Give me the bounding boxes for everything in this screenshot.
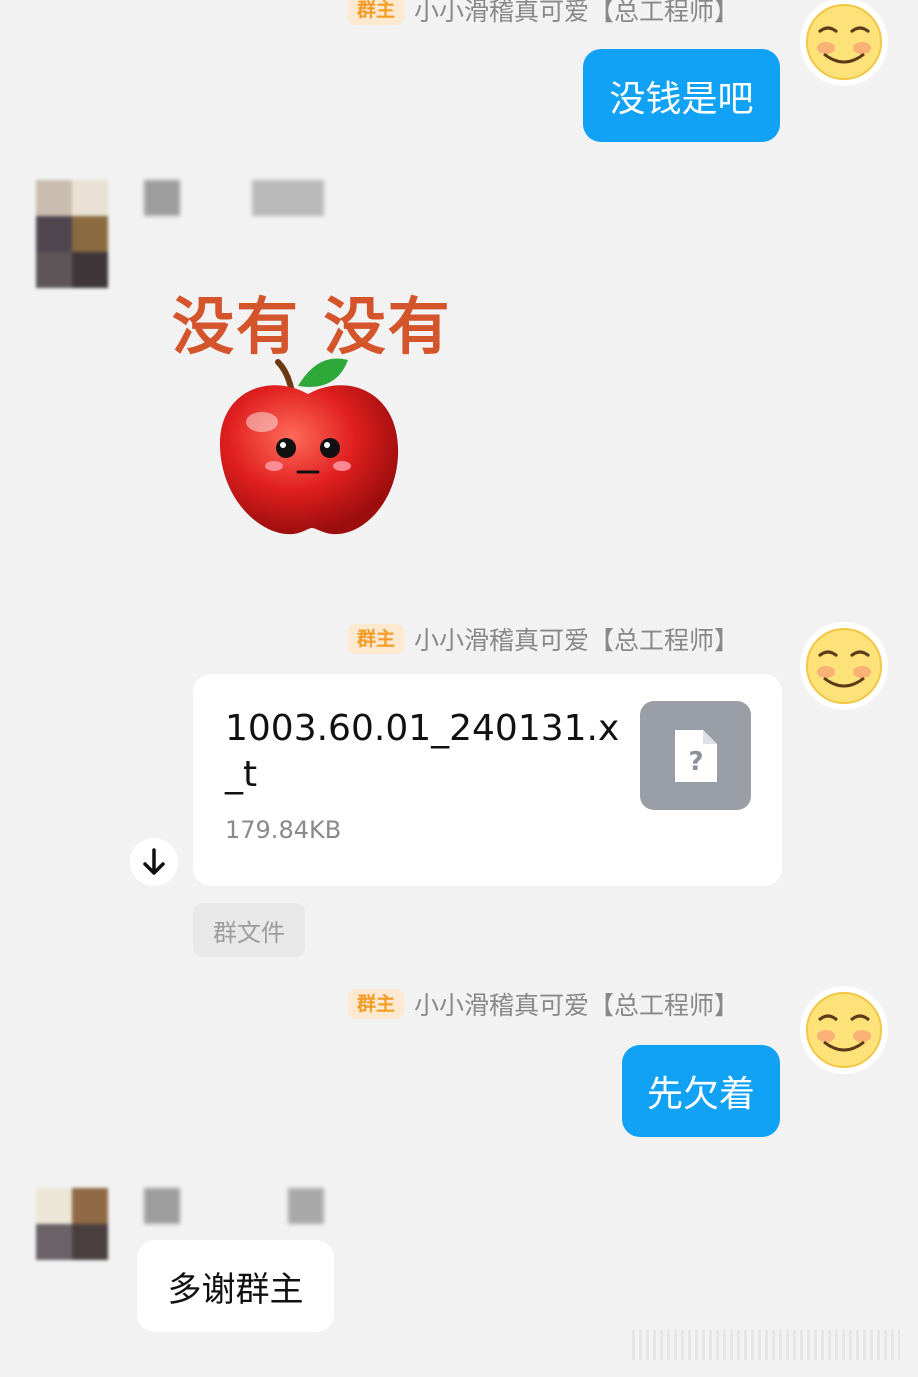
message-bubble-outgoing[interactable]: 没钱是吧 [583, 49, 780, 142]
file-name: 1003.60.01_240131.x [225, 708, 620, 749]
owner-badge: 群主 [348, 0, 405, 25]
smiley-face-icon [806, 628, 882, 704]
sender-meta: 群主 小小滑稽真可爱【总工程师】 [348, 986, 739, 1022]
smiley-face-icon [806, 992, 882, 1068]
sticker-image[interactable]: 没有 没有 [168, 270, 468, 560]
sender-meta: 群主 小小滑稽真可爱【总工程师】 [348, 621, 739, 657]
smiley-face-icon [806, 4, 882, 80]
unknown-file-icon: ? [674, 729, 717, 782]
file-type-icon-box: ? [640, 701, 751, 810]
member-avatar[interactable] [36, 1188, 108, 1260]
owner-badge: 群主 [348, 989, 405, 1019]
sender-meta: 群主 小小滑稽真可爱【总工程师】 [348, 0, 739, 28]
file-size: 179.84KB [225, 816, 342, 844]
file-card[interactable]: 1003.60.01_240131.x _t 179.84KB ? [193, 674, 782, 886]
download-arrow-icon [143, 848, 165, 875]
watermark [632, 1330, 900, 1360]
message-bubble-incoming[interactable]: 多谢群主 [137, 1240, 334, 1332]
sender-name: 小小滑稽真可爱【总工程师】 [414, 991, 740, 1020]
sender-name: 小小滑稽真可爱【总工程师】 [414, 626, 740, 655]
apple-icon [219, 358, 399, 535]
message-bubble-outgoing[interactable]: 先欠着 [622, 1045, 780, 1137]
svg-text:?: ? [688, 747, 703, 777]
member-name-redacted [252, 180, 324, 216]
file-name-continued: _t [225, 754, 258, 795]
member-name-redacted [144, 180, 180, 216]
group-file-tag[interactable]: 群文件 [193, 903, 305, 957]
member-name-redacted [288, 1188, 324, 1224]
owner-avatar[interactable] [800, 986, 888, 1074]
download-button[interactable] [130, 838, 178, 886]
member-name-redacted [144, 1188, 180, 1224]
owner-avatar[interactable] [800, 0, 888, 86]
owner-avatar[interactable] [800, 622, 888, 710]
owner-badge: 群主 [348, 624, 405, 654]
member-avatar[interactable] [36, 180, 108, 288]
sender-name: 小小滑稽真可爱【总工程师】 [414, 0, 740, 26]
